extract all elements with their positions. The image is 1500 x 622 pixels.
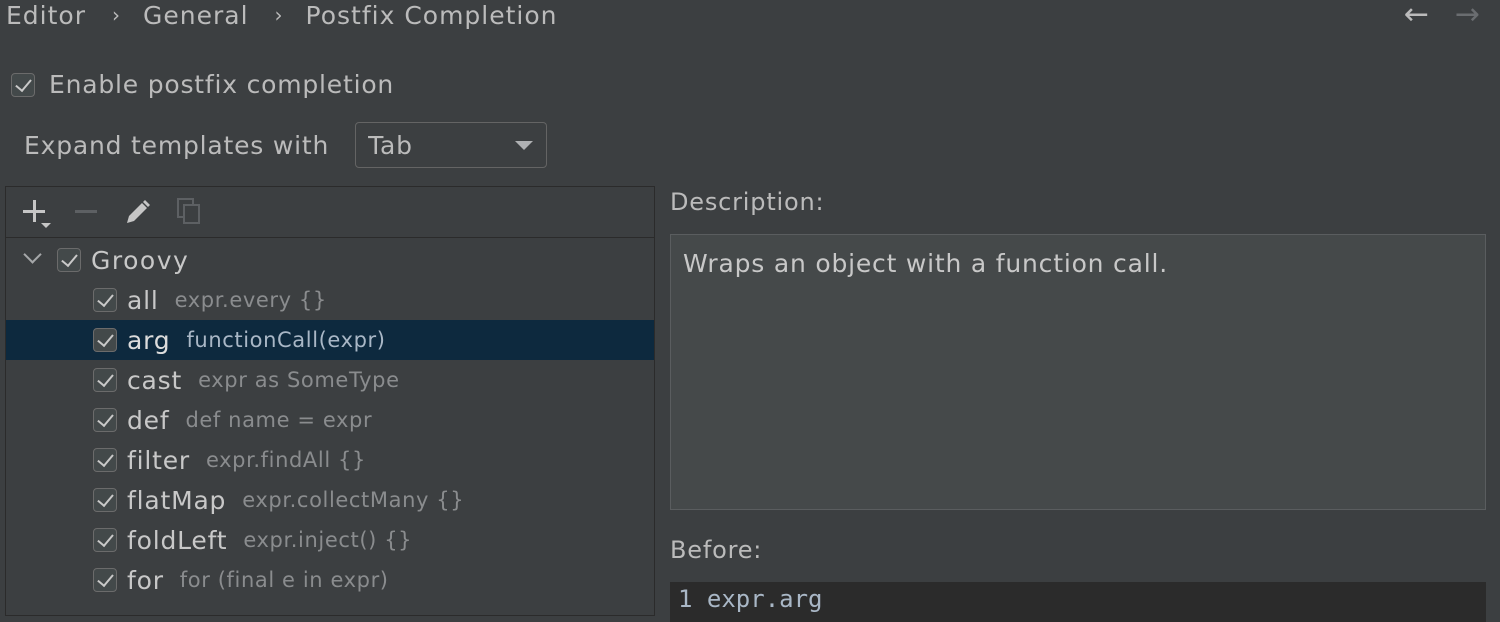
template-checkbox[interactable] <box>93 448 117 472</box>
before-label: Before: <box>670 536 763 564</box>
expand-templates-label: Expand templates with <box>24 130 330 160</box>
before-code-box: 1 expr.arg <box>670 582 1486 622</box>
template-key: for <box>127 565 164 595</box>
breadcrumb-item-editor[interactable]: Editor <box>6 1 86 30</box>
tree-item-filter[interactable]: filter expr.findAll {} <box>6 440 654 480</box>
template-example: functionCall(expr) <box>186 328 386 352</box>
chevron-down-icon[interactable] <box>23 245 42 264</box>
template-checkbox[interactable] <box>93 368 117 392</box>
breadcrumb-item-postfix-completion: Postfix Completion <box>305 0 558 30</box>
template-checkbox[interactable] <box>93 528 117 552</box>
add-icon[interactable] <box>21 197 51 228</box>
history-navigation: ← → <box>1404 0 1480 30</box>
tree-item-flatmap[interactable]: flatMap expr.collectMany {} <box>6 480 654 520</box>
tree-item-for[interactable]: for for (final e in expr) <box>6 560 654 600</box>
template-example: expr as SomeType <box>198 368 400 392</box>
edit-icon[interactable] <box>123 197 153 227</box>
tree-item-cast[interactable]: cast expr as SomeType <box>6 360 654 400</box>
copy-icon-front <box>183 204 200 224</box>
template-checkbox[interactable] <box>93 328 117 352</box>
description-label: Description: <box>670 188 825 216</box>
expand-key-value: Tab <box>368 130 413 160</box>
template-key: cast <box>127 365 183 395</box>
description-text: Wraps an object with a function call. <box>683 249 1168 278</box>
enable-postfix-label[interactable]: Enable postfix completion <box>49 70 394 99</box>
breadcrumb-separator: › <box>274 3 284 27</box>
tree-item-arg[interactable]: arg functionCall(expr) <box>6 320 654 360</box>
back-arrow-icon[interactable]: ← <box>1404 0 1429 30</box>
template-checkbox[interactable] <box>93 288 117 312</box>
forward-arrow-icon[interactable]: → <box>1455 0 1480 30</box>
breadcrumb: Editor › General › Postfix Completion <box>6 0 558 32</box>
template-example: expr.every {} <box>174 288 327 312</box>
tree-group-groovy[interactable]: Groovy <box>6 240 654 280</box>
tree-item-all[interactable]: all expr.every {} <box>6 280 654 320</box>
template-key: all <box>127 285 159 315</box>
template-checkbox[interactable] <box>93 408 117 432</box>
template-key: filter <box>127 445 190 475</box>
dropdown-arrow-icon <box>41 223 51 228</box>
template-key: flatMap <box>127 485 227 515</box>
tree-item-def[interactable]: def def name = expr <box>6 400 654 440</box>
template-example: expr.collectMany {} <box>242 488 465 512</box>
description-box: Wraps an object with a function call. <box>670 234 1486 510</box>
enable-postfix-checkbox[interactable] <box>11 72 35 97</box>
group-checkbox[interactable] <box>57 248 81 272</box>
group-label: Groovy <box>91 245 190 275</box>
templates-tree-panel: Groovy all expr.every {} arg functionCal… <box>5 186 655 616</box>
before-code-text: 1 expr.arg <box>678 585 823 613</box>
tree-toolbar <box>6 187 654 238</box>
pencil-icon <box>127 200 150 223</box>
template-checkbox[interactable] <box>93 488 117 512</box>
template-example: def name = expr <box>185 408 373 432</box>
dropdown-arrow-icon <box>515 141 534 150</box>
tree-item-foldleft[interactable]: foldLeft expr.inject() {} <box>6 520 654 560</box>
template-example: for (final e in expr) <box>179 568 389 592</box>
template-key: foldLeft <box>127 525 228 555</box>
template-example: expr.findAll {} <box>205 448 366 472</box>
enable-postfix-row: Enable postfix completion <box>11 70 394 99</box>
expand-key-dropdown[interactable]: Tab <box>355 122 548 168</box>
template-key: def <box>127 405 170 435</box>
expand-templates-row: Expand templates with Tab <box>24 122 548 168</box>
remove-icon[interactable] <box>73 197 103 227</box>
copy-icon[interactable] <box>174 197 204 227</box>
template-checkbox[interactable] <box>93 568 117 592</box>
template-example: expr.inject() {} <box>243 528 413 552</box>
breadcrumb-item-general[interactable]: General <box>143 1 249 30</box>
template-key: arg <box>127 325 171 355</box>
breadcrumb-separator: › <box>112 3 121 27</box>
